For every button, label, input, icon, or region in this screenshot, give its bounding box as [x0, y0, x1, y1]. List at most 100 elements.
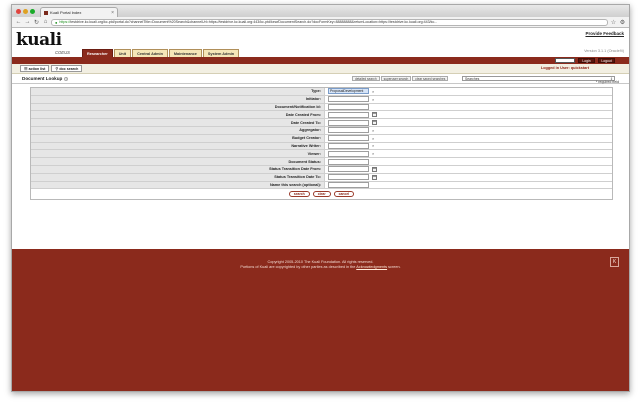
doc-search-label: doc search: [59, 66, 79, 71]
logout-button[interactable]: Logout: [598, 58, 615, 63]
help-icon[interactable]: ?: [64, 76, 69, 81]
footer: Copyright 2005-2010 The Kuali Foundation…: [12, 249, 629, 391]
aggregator-field[interactable]: [328, 127, 369, 134]
acknowledgments-link[interactable]: Acknowledgments: [356, 265, 387, 269]
provide-feedback-link[interactable]: Provide Feedback: [585, 31, 624, 36]
narrative-writer-field[interactable]: [328, 142, 369, 149]
document-id-field[interactable]: [328, 103, 369, 110]
lookup-icon[interactable]: ⌕: [372, 97, 374, 102]
kuali-logo[interactable]: kuali: [16, 30, 62, 50]
lookup-icon[interactable]: ⌕: [372, 128, 374, 133]
search-button[interactable]: search: [288, 191, 310, 198]
form-row-type: Type: ProposalDevelopment ⌕: [31, 88, 612, 96]
login-button[interactable]: Login: [578, 58, 595, 63]
form-row-date-created-to: Date Created To:: [31, 119, 612, 127]
status-transition-to-field[interactable]: [328, 174, 369, 181]
budget-creator-field[interactable]: [328, 135, 369, 142]
login-strip: Login Logout: [12, 57, 629, 64]
browser-titlebar: Kuali Portal Index ×: [12, 5, 629, 17]
form-row-search-name: Name this search (optional):: [31, 181, 612, 190]
saved-searches-select[interactable]: Searches ⇕: [462, 76, 615, 81]
calendar-icon[interactable]: [372, 166, 377, 172]
lookup-icon[interactable]: ⌕: [372, 89, 374, 94]
copyright-text: Copyright 2005-2010 The Kuali Foundation…: [12, 260, 629, 270]
address-bar[interactable]: ● https:// testdrive.kc.kuali.org/kc-ptd…: [51, 18, 608, 26]
search-name-field[interactable]: [328, 181, 369, 188]
form-row-narrative-writer: Narrative Writer: ⌕: [31, 142, 612, 151]
form-row-date-created-from: Date Created From:: [31, 111, 612, 120]
login-username-input[interactable]: [555, 58, 575, 63]
action-list-label: action list: [28, 66, 46, 71]
saved-searches-value: Searches: [465, 76, 480, 81]
tab-close-icon[interactable]: ×: [111, 10, 114, 16]
browser-toolbar: ← → ↻ ⌂ ● https:// testdrive.kc.kuali.or…: [12, 17, 629, 28]
type-field[interactable]: ProposalDevelopment: [328, 88, 369, 95]
calendar-icon[interactable]: [372, 174, 377, 180]
reload-icon[interactable]: ↻: [33, 19, 40, 26]
clear-button[interactable]: clear: [312, 191, 331, 198]
calendar-icon[interactable]: [372, 120, 377, 126]
kuali-footer-icon: K: [610, 257, 619, 267]
form-buttons: search clear cancel: [31, 189, 612, 200]
initiator-field[interactable]: [328, 96, 369, 103]
lookup-icon[interactable]: ⌕: [372, 143, 374, 148]
zoom-window-icon[interactable]: [30, 8, 35, 14]
doc-search-icon: ⚲: [55, 66, 59, 71]
field-label: Document Status:: [31, 158, 325, 165]
document-lookup-header: Document Lookup ? detailed search superu…: [12, 74, 629, 84]
tab-central-admin[interactable]: Central Admin: [132, 49, 168, 57]
url-text: testdrive.kc.kuali.org/kc-ptd/portal.do?…: [70, 20, 438, 24]
date-created-to-field[interactable]: [328, 119, 369, 126]
minimize-window-icon[interactable]: [23, 8, 28, 14]
field-label: Date Created To:: [31, 119, 325, 126]
home-icon[interactable]: ⌂: [42, 19, 49, 25]
close-window-icon[interactable]: [16, 8, 21, 14]
browser-window: Kuali Portal Index × ← → ↻ ⌂ ● https:// …: [11, 4, 630, 392]
field-label: Document/Notification Id:: [31, 103, 325, 111]
required-field-note: * required field: [595, 80, 619, 84]
lookup-icon[interactable]: ⌕: [372, 151, 374, 156]
form-row-status-transition-from: Status Transition Date From:: [31, 165, 612, 174]
back-icon[interactable]: ←: [15, 19, 22, 25]
form-row-budget-creator: Budget Creator: ⌕: [31, 134, 612, 143]
field-label: Status Transition Date To:: [31, 173, 325, 181]
doc-search-button[interactable]: ⚲ doc search: [51, 65, 83, 72]
action-row: ☰ action list ⚲ doc search Logged in Use…: [12, 64, 629, 74]
calendar-icon[interactable]: [372, 112, 377, 118]
version-label: Version 3.1.1 (Oracle9i): [584, 49, 624, 53]
bookmark-star-icon[interactable]: ☆: [610, 19, 617, 26]
status-transition-from-field[interactable]: [328, 166, 369, 173]
tab-system-admin[interactable]: System Admin: [202, 49, 240, 57]
lock-icon: ●: [55, 19, 58, 25]
detailed-search-button[interactable]: detailed search: [352, 76, 380, 81]
form-row-viewer: Viewer: ⌕: [31, 150, 612, 159]
superuser-search-button[interactable]: superuser search: [380, 76, 412, 81]
clear-saved-searches-button[interactable]: clear saved searches: [412, 76, 449, 81]
field-label: Narrative Writer:: [31, 142, 325, 150]
date-created-from-field[interactable]: [328, 111, 369, 118]
cancel-button[interactable]: cancel: [333, 191, 355, 198]
logged-in-user: Logged in User: quickstart: [540, 66, 589, 70]
tab-maintenance[interactable]: Maintenance: [168, 49, 202, 57]
acknowledgments-line: Portions of Kuali are copyrighted by oth…: [12, 265, 629, 270]
form-row-document-id: Document/Notification Id:: [31, 103, 612, 112]
form-row-aggregator: Aggregator: ⌕: [31, 126, 612, 135]
lookup-icon[interactable]: ⌕: [372, 136, 374, 141]
coeus-label: COEUS: [55, 50, 70, 55]
lookup-form: Type: ProposalDevelopment ⌕ Initiator: ⌕ …: [30, 87, 613, 201]
field-label: Viewer:: [31, 150, 325, 158]
field-label: Type:: [31, 88, 325, 95]
field-label: Name this search (optional):: [31, 181, 325, 189]
tab-unit[interactable]: Unit: [113, 49, 132, 57]
tab-researcher[interactable]: Researcher: [82, 49, 113, 57]
viewer-field[interactable]: [328, 150, 369, 157]
action-list-button[interactable]: ☰ action list: [20, 65, 50, 72]
settings-wrench-icon[interactable]: ⚙: [619, 19, 626, 26]
tab-title: Kuali Portal Index: [50, 10, 82, 15]
document-status-field[interactable]: [328, 158, 369, 165]
main-nav-tabs: Researcher Unit Central Admin Maintenanc…: [82, 49, 240, 57]
forward-icon[interactable]: →: [24, 19, 31, 25]
browser-tab[interactable]: Kuali Portal Index ×: [40, 7, 118, 17]
form-row-initiator: Initiator: ⌕: [31, 95, 612, 104]
search-mode-links: detailed search superuser search clear s…: [352, 76, 449, 81]
